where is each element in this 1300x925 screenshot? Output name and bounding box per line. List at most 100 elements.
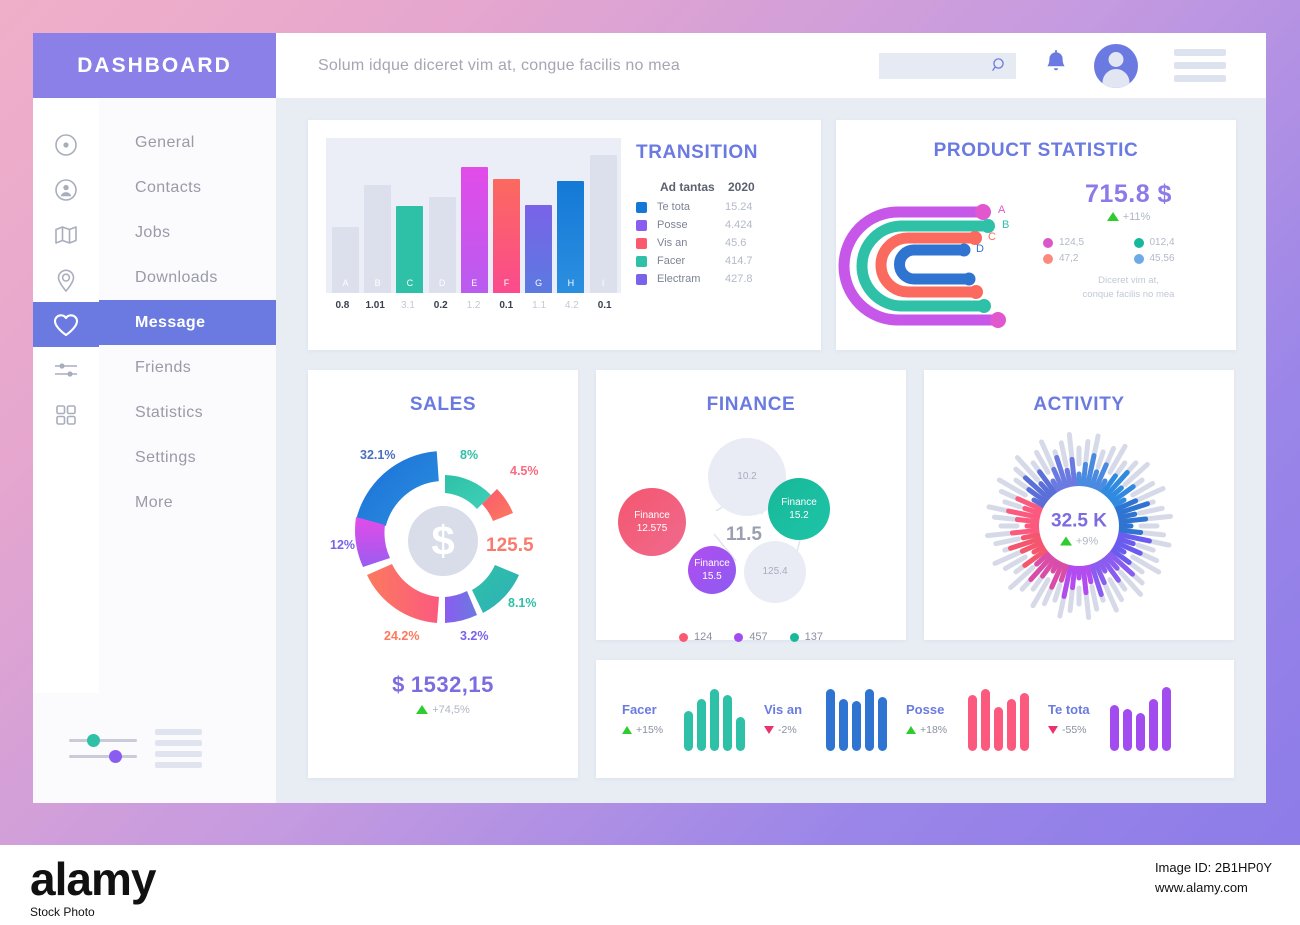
- sidebar: DASHBOARD General Contacts Jobs Download…: [33, 33, 276, 803]
- product-stat: 47,2: [1043, 253, 1128, 264]
- search-input[interactable]: [879, 52, 1016, 79]
- stat-delta-value: +18%: [920, 724, 948, 736]
- stat-delta: +15%: [622, 724, 684, 736]
- finance-bubble-ghost-2: 125.4: [744, 541, 806, 603]
- activity-spoke-outer: [1089, 584, 1100, 612]
- slider-one-handle[interactable]: [87, 733, 100, 747]
- transition-bar: G: [525, 204, 553, 293]
- topbar-title: Solum idque diceret vim at, congue facil…: [318, 56, 680, 74]
- finance-bubble-chart: 10.2 Finance 12.575 Finance 15.2 Finance…: [596, 416, 906, 631]
- transition-legend-rows: Te tota 15.24 Posse 4.424 Vis an 45.6 Facer 414…: [636, 201, 821, 285]
- transition-bar: C: [396, 206, 424, 293]
- sidebar-item-contacts[interactable]: Contacts: [99, 165, 276, 210]
- activity-delta: +9%: [1051, 535, 1107, 547]
- legend-dot: [734, 632, 744, 642]
- legend-swatch: [636, 255, 647, 267]
- stat-delta-value: +15%: [636, 724, 664, 736]
- avatar[interactable]: [1094, 43, 1138, 88]
- slider-one[interactable]: [69, 733, 137, 747]
- transition-tick-label: 1.1: [532, 300, 547, 311]
- bubble-value: 12.575: [636, 523, 668, 534]
- activity-spoke-inner: [1009, 527, 1042, 536]
- sales-pct-8: 8%: [460, 448, 479, 462]
- bell-icon[interactable]: [1044, 49, 1068, 82]
- trend-down-icon: [764, 726, 774, 734]
- legend-name: Te tota: [657, 201, 691, 213]
- stat-value: 45,56: [1149, 253, 1175, 264]
- legend-name: Facer: [657, 255, 686, 267]
- alamy-url: www.alamy.com: [1154, 879, 1248, 895]
- card-finance: FINANCE 10.2 Finance 12.575 Finance 15.2…: [596, 370, 906, 643]
- legend-swatch: [636, 273, 647, 285]
- mini-bar: [736, 717, 745, 751]
- activity-spoke-inner: [1014, 517, 1042, 525]
- grid-icon[interactable]: [33, 392, 99, 437]
- bubble-label: Finance: [694, 557, 730, 569]
- finance-title: FINANCE: [706, 394, 796, 415]
- legend-swatch: [636, 237, 647, 249]
- stat-block: Te tota -55%: [1048, 687, 1190, 751]
- sidebar-item-general[interactable]: General: [99, 120, 276, 165]
- target-icon[interactable]: [33, 122, 99, 167]
- sidebar-item-more[interactable]: More: [99, 480, 276, 525]
- mini-bar: [968, 695, 977, 751]
- transition-tick-label: 0.1: [499, 300, 514, 311]
- stat-delta: +18%: [906, 724, 968, 736]
- topbar: Solum idque diceret vim at, congue facil…: [276, 33, 1266, 98]
- sales-pct-32b: 3.2%: [460, 629, 489, 643]
- arc-label-c: C: [988, 231, 996, 243]
- stat-block: Posse +18%: [906, 687, 1048, 751]
- activity-title: ACTIVITY: [1033, 394, 1125, 415]
- activity-spoke-outer: [1052, 582, 1063, 603]
- activity-spoke-outer: [1082, 438, 1091, 467]
- stat-value: 012,4: [1149, 237, 1175, 248]
- stat-dot: [1133, 237, 1144, 248]
- sidebar-item-label: More: [135, 493, 174, 511]
- sidebar-item-downloads[interactable]: Downloads: [99, 255, 276, 300]
- legend-row: Te tota 15.24: [636, 201, 821, 213]
- slider-two[interactable]: [69, 749, 137, 763]
- stat-mini-bars: [968, 687, 1029, 751]
- finance-legend: 124 457 137: [596, 631, 906, 643]
- sidebar-item-message[interactable]: Message: [99, 300, 276, 345]
- stat-mini-bars: [1110, 687, 1171, 751]
- sidebar-item-friends[interactable]: Friends: [99, 345, 276, 390]
- mini-bar: [878, 697, 887, 751]
- sidebar-item-settings[interactable]: Settings: [99, 435, 276, 480]
- activity-value: 32.5 K: [1051, 510, 1107, 531]
- trend-up-icon: [1106, 212, 1119, 221]
- product-note: Diceret vim at, conque facilis no mea: [1082, 275, 1175, 300]
- card-activity: ACTIVITY 32.5 K +9%: [924, 370, 1234, 640]
- trend-up-icon: [906, 726, 916, 734]
- activity-radial-chart: 32.5 K +9%: [924, 416, 1234, 641]
- product-value: 715.8 $: [1085, 180, 1172, 208]
- main-area: Solum idque diceret vim at, congue facil…: [276, 33, 1266, 803]
- stat-meta: Posse +18%: [906, 702, 968, 736]
- legend-dot: [789, 632, 799, 642]
- product-stat: 012,4: [1133, 237, 1219, 248]
- sidebar-item-jobs[interactable]: Jobs: [99, 210, 276, 255]
- heart-icon[interactable]: [33, 302, 99, 347]
- product-stat: 124,5: [1043, 237, 1128, 248]
- location-pin-icon[interactable]: [33, 257, 99, 302]
- user-circle-icon[interactable]: [33, 167, 99, 212]
- sales-donut-chart: $ 32.1% 8% 4.5% 12% 24.2% 3.2% 8.1% 125.…: [308, 416, 578, 666]
- sliders-icon[interactable]: [33, 347, 99, 392]
- legend-name: Posse: [657, 219, 688, 231]
- transition-bar-letter: D: [438, 278, 446, 288]
- legend-dot: [678, 632, 688, 642]
- slider-two-handle[interactable]: [109, 749, 122, 763]
- sidebar-item-label: Settings: [135, 448, 197, 466]
- activity-spoke-inner: [1084, 562, 1094, 585]
- sidebar-item-statistics[interactable]: Statistics: [99, 390, 276, 435]
- map-icon[interactable]: [33, 212, 99, 257]
- mini-bar: [710, 689, 719, 751]
- alamy-logo: alamy: [30, 853, 156, 905]
- hamburger-icon[interactable]: [1174, 49, 1226, 82]
- mini-bar: [1123, 709, 1132, 751]
- activity-spoke-inner: [1116, 516, 1149, 525]
- transition-legend-header: Ad tantas 2020: [660, 180, 821, 194]
- mini-bar: [684, 711, 693, 751]
- activity-spoke-outer: [1067, 585, 1076, 614]
- transition-bar: F: [493, 179, 520, 293]
